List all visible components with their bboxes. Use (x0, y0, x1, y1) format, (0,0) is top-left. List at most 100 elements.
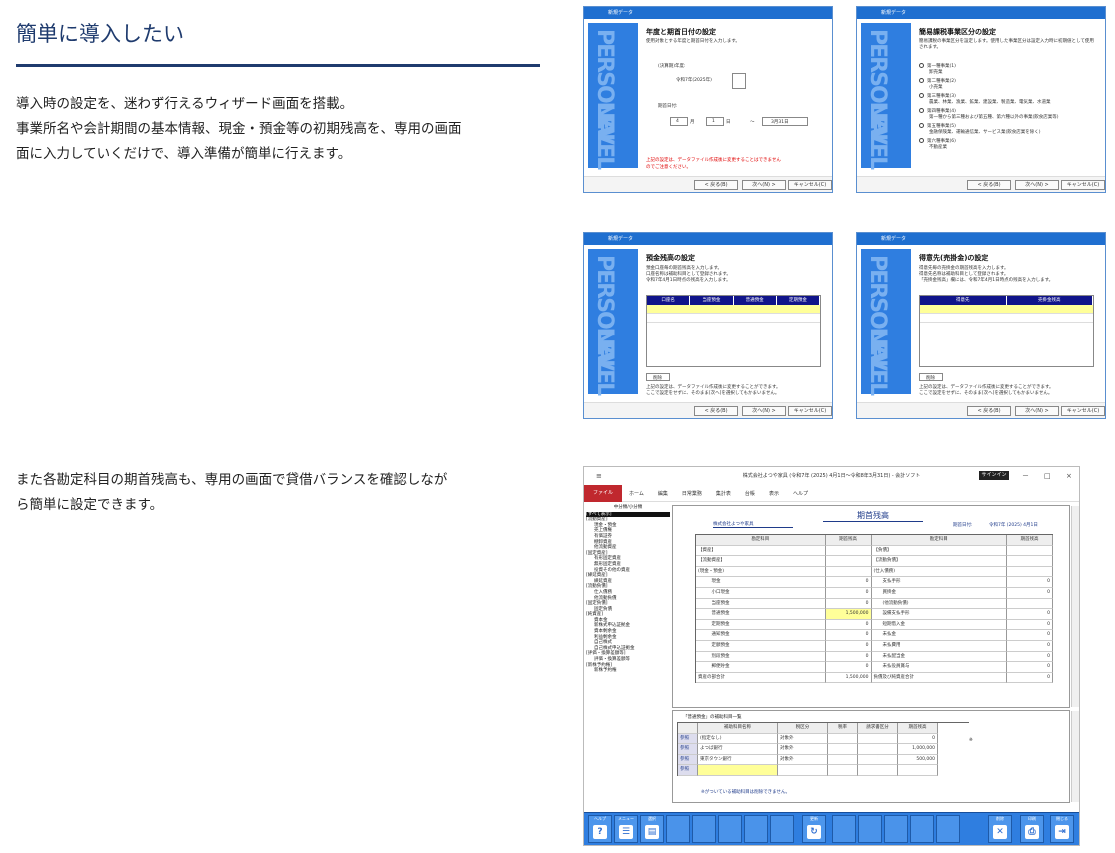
table-cell[interactable]: 0 (825, 598, 872, 610)
table-row[interactable]: 勘定科目 期首残高 勘定科目 期首残高 (696, 535, 1053, 546)
table-cell[interactable] (825, 566, 872, 578)
table-cell[interactable] (828, 744, 858, 755)
table-cell[interactable]: 対象外 (778, 744, 828, 755)
back-button[interactable]: < 戻る(B) (694, 406, 738, 416)
vertical-scrollbar[interactable] (1071, 711, 1079, 802)
delete-button[interactable]: 削除 ✕ (988, 815, 1012, 843)
table-cell[interactable]: 期首残高 (825, 535, 872, 546)
menu-item[interactable]: 集計表 (709, 490, 738, 497)
table-cell[interactable]: 0 (825, 587, 872, 599)
browse-button[interactable]: 参照 (678, 744, 698, 755)
menu-button[interactable]: メニュー ☰ (614, 815, 638, 843)
tree-item[interactable]: 新株予約権 (586, 668, 670, 674)
table-cell[interactable]: 0 (825, 640, 872, 652)
table-cell[interactable]: 0 (1007, 619, 1053, 631)
back-button[interactable]: < 戻る(B) (694, 180, 738, 190)
table-cell[interactable] (828, 765, 858, 776)
category-tree[interactable]: 中分類/小分類 [すべて表示] [流動資産] 現金・預金 売上債権 有価証券 棚卸資産 他流動… (586, 505, 670, 805)
month-input[interactable]: 4 (670, 117, 688, 126)
table-cell[interactable] (1007, 556, 1053, 567)
vertical-scrollbar[interactable] (1071, 506, 1079, 707)
browse-button[interactable]: 参照 (678, 754, 698, 766)
table-row[interactable]: 資産の部合計 1,500,000 負債及び純資産合計 0 (696, 672, 1053, 684)
table-cell[interactable] (825, 556, 872, 567)
menu-item[interactable]: 表示 (762, 490, 786, 497)
table-cell[interactable]: 対象外 (778, 733, 828, 745)
table-row[interactable] (920, 305, 1093, 314)
table-cell[interactable]: (指定なし) (698, 733, 778, 745)
table-row[interactable]: 普通預金 1,500,000 設備支払手形 0 (696, 609, 1053, 620)
table-cell[interactable] (898, 765, 938, 776)
table-cell[interactable]: 0 (825, 662, 872, 673)
next-button[interactable]: 次へ(N) > (742, 406, 786, 416)
table-cell[interactable]: 期首残高 (1007, 535, 1053, 546)
table-row[interactable]: 小口現金 0 買掛金 0 (696, 587, 1053, 599)
table-cell[interactable]: 0 (825, 577, 872, 588)
delete-button[interactable]: 削除 (646, 373, 670, 381)
table-cell[interactable]: 1,000,000 (898, 744, 938, 755)
update-button[interactable]: 更新 ↻ (802, 815, 826, 843)
table-cell[interactable] (858, 733, 898, 745)
table-row[interactable]: 【流動資産】 【流動負債】 (696, 556, 1053, 567)
help-button[interactable]: ヘルプ? (588, 815, 612, 843)
table-cell[interactable] (858, 765, 898, 776)
table-cell[interactable] (1007, 566, 1053, 578)
browse-button[interactable]: 参照 (678, 765, 698, 776)
table-cell[interactable]: 0 (825, 619, 872, 631)
table-row[interactable] (647, 305, 820, 314)
table-cell[interactable]: 0 (1007, 651, 1053, 663)
table-cell[interactable] (828, 733, 858, 745)
table-cell[interactable]: 0 (1007, 662, 1053, 673)
table-row[interactable]: 郵便貯金 0 未払役員賞与 0 (696, 662, 1053, 673)
day-input[interactable]: 1 (706, 117, 724, 126)
browse-button[interactable]: 参照 (678, 733, 698, 745)
table-cell[interactable]: 0 (825, 630, 872, 641)
table-cell[interactable] (828, 754, 858, 766)
next-button[interactable]: 次へ(N) > (742, 180, 786, 190)
table-row[interactable]: (現金・預金) (仕入債務) (696, 566, 1053, 578)
table-row[interactable]: 【資産】 【負債】 (696, 545, 1053, 557)
deposit-table[interactable]: 口座名 当座預金 普通預金 定期預金 (646, 295, 821, 367)
tree-item[interactable]: 中分類/小分類 (586, 505, 670, 512)
back-button[interactable]: < 戻る(B) (967, 180, 1011, 190)
table-cell[interactable]: 対象外 (778, 754, 828, 766)
table-cell[interactable]: 0 (1007, 587, 1053, 599)
table-row[interactable]: 参照 よつば銀行 対象外 1,000,000 (678, 744, 969, 755)
close-button[interactable]: 閉じる ⇥ (1050, 815, 1074, 843)
table-cell[interactable]: 0 (1007, 640, 1053, 652)
table-cell[interactable] (778, 765, 828, 776)
table-cell[interactable] (1007, 598, 1053, 610)
table-cell[interactable]: 東京タウン銀行 (698, 754, 778, 766)
menu-item[interactable]: 編集 (651, 490, 675, 497)
table-row[interactable]: 定期預金 0 短期借入金 0 (696, 619, 1053, 631)
table-cell[interactable] (825, 545, 872, 557)
year-spinner[interactable] (732, 73, 746, 89)
table-cell[interactable]: 0 (898, 733, 938, 745)
table-cell[interactable] (1007, 545, 1053, 557)
table-cell[interactable]: 0 (825, 651, 872, 663)
table-row[interactable]: 定額預金 0 未払費用 0 (696, 640, 1053, 652)
table-cell[interactable]: 0 (1007, 672, 1053, 684)
delete-button[interactable]: 削除 (919, 373, 943, 381)
table-cell[interactable]: 500,000 (898, 754, 938, 766)
signin-button[interactable]: サインイン (979, 471, 1009, 480)
table-row[interactable]: 現金 0 支払手形 0 (696, 577, 1053, 588)
table-row[interactable]: 当座預金 0 (他流動負債) (696, 598, 1053, 610)
table-row[interactable] (920, 314, 1093, 323)
menu-item[interactable]: 台帳 (738, 490, 762, 497)
minimize-icon[interactable]: － (1022, 467, 1029, 485)
menu-item[interactable]: ヘルプ (786, 490, 815, 497)
print-button[interactable]: 印刷 ⎙ (1020, 815, 1044, 843)
menu-item[interactable]: ホーム (622, 490, 651, 497)
close-icon[interactable]: × (1066, 467, 1072, 485)
select-button[interactable]: 選択 ▤ (640, 815, 664, 843)
table-cell[interactable]: 0 (1007, 609, 1053, 620)
cancel-button[interactable]: キャンセル(C) (1061, 406, 1105, 416)
customer-table[interactable]: 得意先 売掛金残高 (919, 295, 1094, 367)
balance-grid[interactable]: 勘定科目 期首残高 勘定科目 期首残高 【資産】 【負債】 【流動資産】 【流動負債】 (現金・… (695, 534, 1053, 684)
menu-item[interactable]: 日常業務 (675, 490, 709, 497)
table-row[interactable]: 参照 (678, 765, 969, 776)
table-cell[interactable] (698, 765, 778, 776)
table-cell[interactable]: 1,500,000 (825, 609, 872, 620)
table-row[interactable]: 参照 (指定なし) 対象外 0 (678, 733, 969, 745)
